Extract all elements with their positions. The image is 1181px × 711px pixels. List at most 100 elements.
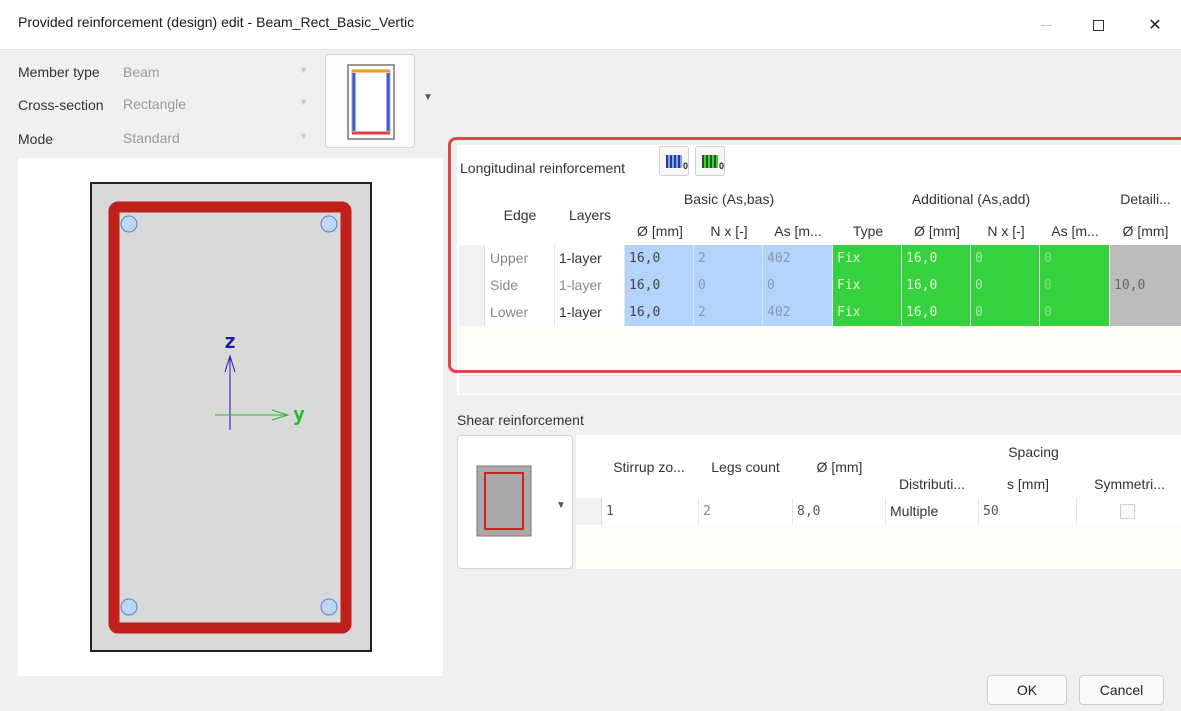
longitudinal-title: Longitudinal reinforcement: [460, 160, 625, 176]
symmetric-checkbox[interactable]: [1120, 504, 1135, 519]
add-n-cell[interactable]: 0: [971, 272, 1040, 299]
add-dia-cell[interactable]: 16,0: [902, 245, 971, 272]
layers-cell[interactable]: 1-layer: [555, 245, 625, 272]
group-detailing: Detaili...: [1120, 191, 1171, 207]
col-shear-dia: Ø [mm]: [816, 459, 863, 475]
close-button[interactable]: ✕: [1132, 0, 1178, 50]
shear-dia-cell[interactable]: 8,0: [793, 498, 886, 525]
basic-as-cell: 402: [763, 245, 833, 272]
chevron-down-icon: ▼: [299, 131, 308, 141]
mode-value: Standard: [123, 130, 180, 146]
edge-cell: Side: [486, 272, 555, 299]
edge-cell: Upper: [486, 245, 555, 272]
close-icon: ✕: [1148, 17, 1162, 34]
add-as-cell: 0: [1040, 272, 1110, 299]
group-additional: Additional (As,add): [911, 191, 1031, 207]
layers-cell[interactable]: 1-layer: [555, 299, 625, 326]
rebar-lower-left: [120, 598, 138, 616]
zone-cell[interactable]: 1: [602, 498, 699, 525]
chevron-down-icon[interactable]: ▼: [556, 500, 566, 511]
rebar-template-icon: [347, 64, 395, 140]
chevron-down-icon: ▼: [299, 97, 308, 107]
col-add-dia: Ø [mm]: [914, 223, 960, 239]
longitudinal-scrollbar[interactable]: [459, 375, 1181, 394]
member-type-value: Beam: [123, 64, 160, 80]
col-basic-dia: Ø [mm]: [637, 223, 683, 239]
col-type: Type: [852, 223, 884, 239]
col-add-n: N x [-]: [987, 223, 1025, 239]
grid-blue-icon: [666, 154, 688, 171]
col-symmetric: Symmetri...: [1094, 476, 1165, 492]
template-preview-button[interactable]: [325, 54, 415, 148]
spacing-cell[interactable]: 50: [979, 498, 1077, 525]
add-n-cell[interactable]: 0: [971, 245, 1040, 272]
col-edge: Edge: [503, 207, 537, 223]
col-legs-count: Legs count: [711, 459, 780, 475]
row-selector-column[interactable]: [459, 245, 485, 326]
grid-green-icon: [702, 154, 724, 171]
maximize-button[interactable]: [1075, 0, 1121, 50]
group-basic: Basic (As,bas): [683, 191, 775, 207]
minimize-icon: [1040, 24, 1052, 26]
y-axis-label: y: [293, 402, 305, 426]
stirrup-template-button[interactable]: ▼: [457, 435, 573, 569]
member-type-select[interactable]: Beam ▼: [123, 61, 308, 85]
group-spacing: Spacing: [1008, 444, 1059, 460]
add-as-cell: 0: [1040, 245, 1110, 272]
template-dropdown-arrow-icon[interactable]: ▼: [423, 92, 433, 103]
cross-section-select[interactable]: Rectangle ▼: [123, 93, 308, 117]
basic-dia-cell[interactable]: 16,0: [625, 299, 694, 326]
col-layers: Layers: [568, 207, 612, 223]
stirrup-template-icon: ▼: [476, 465, 566, 537]
rebar-upper-right: [320, 215, 338, 233]
symmetric-cell[interactable]: [1077, 498, 1181, 525]
distribution-cell[interactable]: Multiple: [886, 498, 979, 525]
shear-title: Shear reinforcement: [457, 412, 584, 428]
col-add-as: As [m...: [1051, 223, 1099, 239]
cancel-button[interactable]: Cancel: [1079, 675, 1164, 705]
title-bar: Provided reinforcement (design) edit - B…: [0, 0, 1181, 50]
detailing-dia-cell[interactable]: 10,0: [1110, 272, 1181, 299]
col-det-dia: Ø [mm]: [1122, 223, 1169, 239]
longitudinal-empty-area: [459, 327, 1181, 371]
cross-section-label: Cross-section: [18, 97, 104, 113]
add-as-cell: 0: [1040, 299, 1110, 326]
add-dia-cell[interactable]: 16,0: [902, 272, 971, 299]
chevron-down-icon: ▼: [299, 65, 308, 75]
shear-empty-area: [576, 526, 1181, 568]
ok-button[interactable]: OK: [987, 675, 1067, 705]
col-stirrup-zone: Stirrup zo...: [613, 459, 685, 475]
legs-cell[interactable]: 2: [699, 498, 793, 525]
basic-as-cell: 0: [763, 272, 833, 299]
mode-select[interactable]: Standard ▼: [123, 127, 308, 151]
rebar-upper-left: [120, 215, 138, 233]
basic-layout-button[interactable]: [659, 146, 689, 176]
basic-n-cell[interactable]: 2: [694, 299, 763, 326]
detailing-cell-lower: [1110, 299, 1181, 326]
minimize-button[interactable]: [1023, 0, 1069, 50]
shear-row-selector[interactable]: [576, 498, 602, 525]
concrete-section: [90, 182, 372, 652]
type-cell[interactable]: Fix: [833, 245, 902, 272]
window-title: Provided reinforcement (design) edit - B…: [18, 14, 415, 30]
mode-label: Mode: [18, 131, 54, 147]
rebar-lower-right: [320, 598, 338, 616]
col-spacing-s: s [mm]: [1007, 476, 1049, 492]
basic-dia-cell[interactable]: 16,0: [625, 245, 694, 272]
basic-n-cell[interactable]: 2: [694, 245, 763, 272]
add-n-cell[interactable]: 0: [971, 299, 1040, 326]
additional-layout-button[interactable]: [695, 146, 725, 176]
basic-n-cell[interactable]: 0: [694, 272, 763, 299]
basic-as-cell: 402: [763, 299, 833, 326]
col-basic-n: N x [-]: [710, 223, 748, 239]
col-distribution: Distributi...: [898, 476, 966, 492]
col-basic-as: As [m...: [774, 223, 822, 239]
member-type-label: Member type: [18, 64, 100, 80]
basic-dia-cell[interactable]: 16,0: [625, 272, 694, 299]
type-cell[interactable]: Fix: [833, 299, 902, 326]
layers-cell[interactable]: 1-layer: [555, 272, 625, 299]
maximize-icon: [1092, 19, 1104, 31]
type-cell[interactable]: Fix: [833, 272, 902, 299]
z-axis-label: z: [224, 329, 236, 353]
add-dia-cell[interactable]: 16,0: [902, 299, 971, 326]
